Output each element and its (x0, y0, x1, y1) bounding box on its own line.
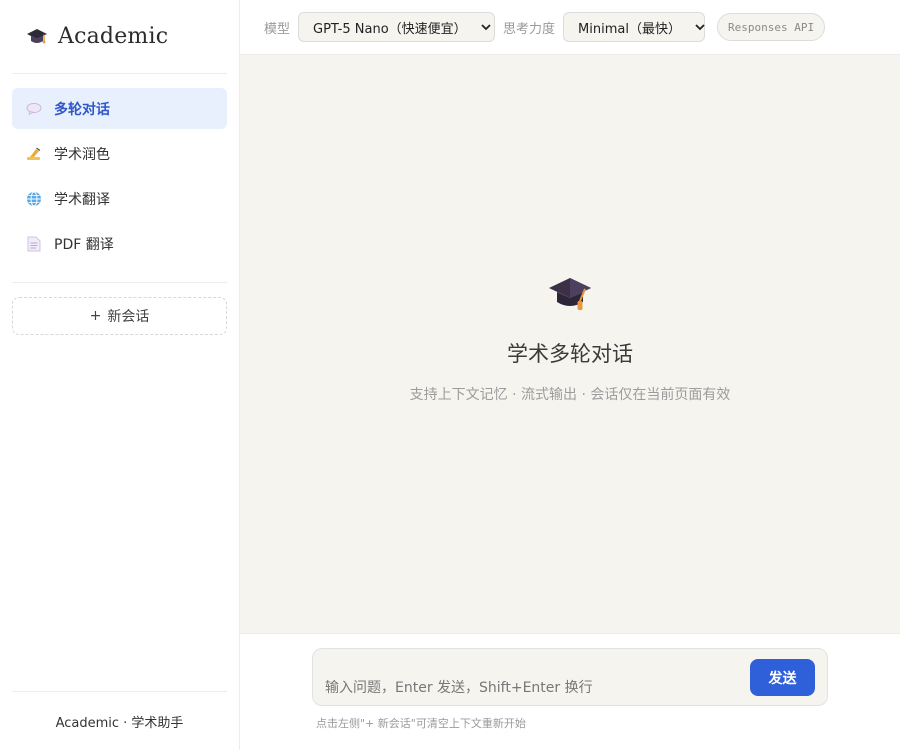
chevron-down-icon (695, 23, 705, 31)
message-input[interactable]: 输入问题，Enter 发送，Shift+Enter 换行 发送 (312, 648, 828, 706)
new-chat-button[interactable]: + 新会话 (12, 297, 227, 335)
api-badge-label: Responses API (728, 20, 815, 34)
model-label: 模型 (264, 21, 291, 37)
chat-area: 学术多轮对话 支持上下文记忆 · 流式输出 · 会话仅在当前页面有效 (240, 55, 900, 633)
effort-select-value: Minimal（最快） (578, 21, 681, 37)
send-button-label: 发送 (768, 670, 797, 687)
sidebar-item-academic-translate[interactable]: 学术翻译 (12, 178, 227, 219)
chat-bubble-icon (26, 101, 42, 117)
plus-icon: + (89, 308, 102, 324)
sidebar-footer: Academic · 学术助手 (12, 691, 227, 750)
app-window: Academic 多轮对话 学术润色 学术翻译 PDF 翻译 + 新会话 Aca… (0, 0, 900, 750)
sidebar-item-label: 学术润色 (54, 146, 110, 163)
new-chat-label: 新会话 (107, 309, 150, 325)
writing-hand-icon (26, 146, 42, 162)
api-badge: Responses API (717, 13, 826, 41)
sidebar: Academic 多轮对话 学术润色 学术翻译 PDF 翻译 + 新会话 Aca… (0, 0, 240, 750)
sidebar-item-label: 多轮对话 (54, 101, 110, 118)
graduation-cap-icon (26, 27, 48, 47)
model-select-value: GPT-5 Nano（快速便宜） (313, 21, 467, 37)
chevron-down-icon (481, 23, 491, 31)
document-icon (26, 236, 42, 252)
sidebar-item-label: PDF 翻译 (54, 236, 114, 253)
effort-select[interactable]: Minimal（最快） (563, 12, 706, 42)
message-input-placeholder: 输入问题，Enter 发送，Shift+Enter 换行 (325, 680, 593, 696)
toolbar: 模型 GPT-5 Nano（快速便宜） 思考力度 Minimal（最快） Res… (240, 0, 900, 55)
effort-label: 思考力度 (503, 21, 556, 37)
sidebar-item-pdf-translate[interactable]: PDF 翻译 (12, 223, 227, 264)
brand-title: Academic (58, 24, 169, 49)
sidebar-item-academic-polish[interactable]: 学术润色 (12, 133, 227, 174)
sidebar-nav: 多轮对话 学术润色 学术翻译 PDF 翻译 (12, 74, 227, 283)
hero-subtitle: 支持上下文记忆 · 流式输出 · 会话仅在当前页面有效 (409, 387, 731, 403)
composer: 输入问题，Enter 发送，Shift+Enter 换行 发送 点击左侧"+ 新… (240, 633, 900, 750)
brand: Academic (12, 0, 227, 74)
sidebar-item-multi-turn-chat[interactable]: 多轮对话 (12, 88, 227, 129)
model-select[interactable]: GPT-5 Nano（快速便宜） (298, 12, 496, 42)
sidebar-item-label: 学术翻译 (54, 191, 110, 208)
globe-icon (26, 191, 42, 207)
composer-hint: 点击左侧"+ 新会话"可清空上下文重新开始 (316, 717, 526, 730)
hero-title: 学术多轮对话 (507, 342, 633, 366)
graduation-cap-icon (547, 274, 593, 320)
send-button[interactable]: 发送 (750, 659, 815, 696)
main-panel: 模型 GPT-5 Nano（快速便宜） 思考力度 Minimal（最快） Res… (240, 0, 900, 750)
footer-text: Academic · 学术助手 (55, 715, 184, 731)
